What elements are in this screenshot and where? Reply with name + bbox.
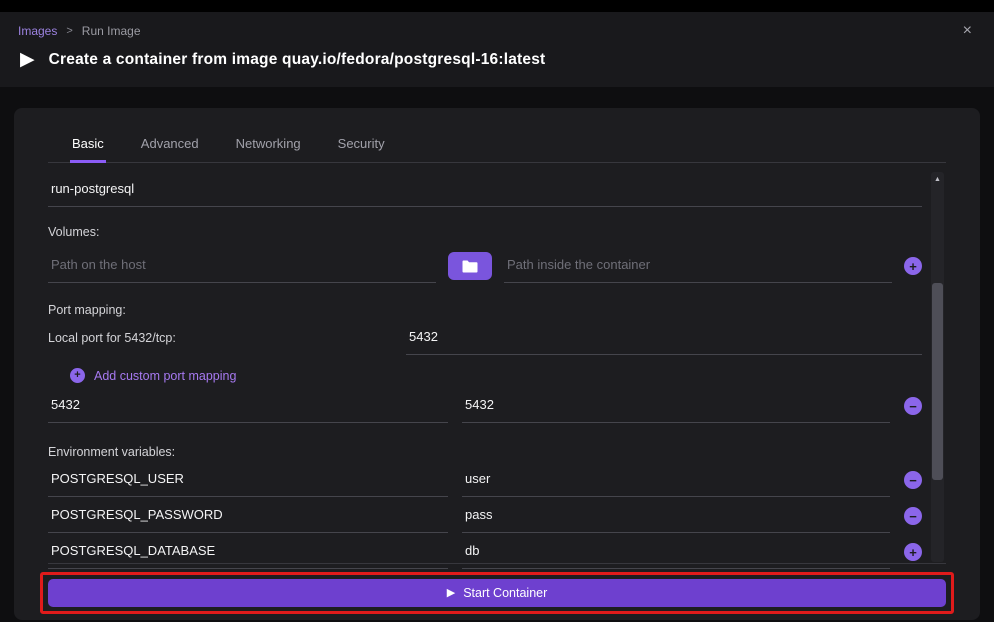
env-value-input-1[interactable] [462,499,890,533]
local-port-label: Local port for 5432/tcp: [48,331,406,345]
annotation-highlight: ▶ Start Container [40,572,954,614]
close-icon: × [963,22,972,39]
tab-advanced[interactable]: Advanced [139,136,201,163]
env-name-input-1[interactable] [48,499,448,533]
local-port-input[interactable] [406,321,922,355]
env-name-input-0[interactable] [48,463,448,497]
custom-port-host-input[interactable] [48,389,448,423]
volumes-row: + [48,249,922,283]
remove-custom-port-button[interactable]: − [904,397,922,415]
add-volume-button[interactable]: + [904,257,922,275]
local-port-row: Local port for 5432/tcp: [48,321,922,355]
volume-host-path-input[interactable] [48,249,436,283]
remove-env-var-button-1[interactable]: − [904,507,922,525]
folder-icon [462,260,478,273]
app-window: Images > Run Image × ▶ Create a containe… [0,0,994,87]
breadcrumb: Images > Run Image × [18,24,976,38]
page-header: Images > Run Image × ▶ Create a containe… [0,12,994,87]
remove-env-var-button-0[interactable]: − [904,471,922,489]
add-custom-port-button[interactable]: + Add custom port mapping [70,368,236,383]
title-row: ▶ Create a container from image quay.io/… [18,49,976,71]
plus-icon: + [909,260,917,273]
container-name-input[interactable] [48,173,922,207]
run-play-icon: ▶ [20,49,35,71]
custom-port-row: − [48,389,922,423]
env-var-row: − [48,463,922,497]
page-title: Create a container from image quay.io/fe… [49,51,546,69]
start-play-icon: ▶ [447,588,455,599]
add-env-var-button[interactable]: + [904,543,922,561]
window-top-strip [0,0,994,12]
tab-bar: Basic Advanced Networking Security [48,108,946,163]
scrollbar-track[interactable]: ▲ [931,172,944,562]
tab-security[interactable]: Security [336,136,387,163]
plus-icon: + [74,370,80,381]
tab-networking[interactable]: Networking [234,136,303,163]
volumes-label: Volumes: [48,223,922,241]
start-button-label: Start Container [463,586,547,600]
main-content: Basic Advanced Networking Security Volum… [0,92,994,622]
panel-footer: ▶ Start Container [48,563,946,614]
port-mapping-label: Port mapping: [48,301,922,319]
env-value-input-0[interactable] [462,463,890,497]
env-vars-label: Environment variables: [48,443,922,461]
minus-icon: − [909,400,917,413]
form-scroll-region: Volumes: + Port mapping: Local port [48,173,946,569]
add-custom-port-plus: + [70,368,85,383]
custom-port-container-input[interactable] [462,389,890,423]
scroll-up-button[interactable]: ▲ [931,172,944,186]
browse-folder-button[interactable] [448,252,492,280]
plus-icon: + [909,546,917,559]
minus-icon: − [909,474,917,487]
start-container-button[interactable]: ▶ Start Container [48,579,946,607]
breadcrumb-current: Run Image [82,24,141,38]
scrollbar-thumb[interactable] [932,283,943,480]
breadcrumb-images-link[interactable]: Images [18,24,57,38]
minus-icon: − [909,510,917,523]
breadcrumb-separator-icon: > [66,25,72,37]
volume-container-path-input[interactable] [504,249,892,283]
run-image-panel: Basic Advanced Networking Security Volum… [14,108,980,620]
tab-basic[interactable]: Basic [70,136,106,163]
add-custom-port-label: Add custom port mapping [94,369,236,383]
env-var-row: − [48,499,922,533]
close-button[interactable]: × [959,24,976,38]
